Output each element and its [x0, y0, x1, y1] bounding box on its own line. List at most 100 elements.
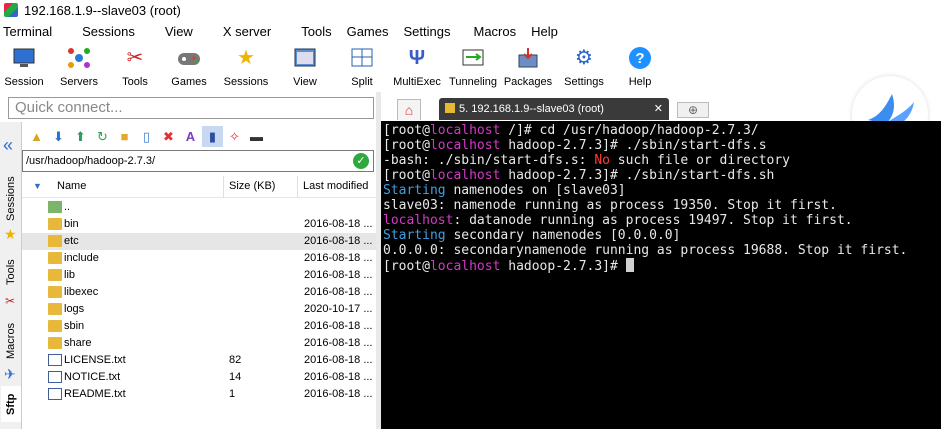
quick-connect-bar: Quick connect... [0, 95, 376, 120]
column-name[interactable]: Name [57, 180, 86, 192]
folder-icon [48, 218, 62, 230]
folder-up-icon[interactable]: ▲ [26, 126, 47, 147]
terminal-line: Starting namenodes on [slave03] [383, 183, 626, 198]
window-title: 192.168.1.9--slave03 (root) [24, 2, 181, 18]
terminal-output[interactable]: [root@localhost /]# cd /usr/hadoop/hadoo… [381, 121, 941, 429]
terminal-icon[interactable]: ▬ [246, 126, 267, 147]
list-item[interactable]: share 2016-08-18 ... [22, 335, 376, 352]
path-field[interactable]: /usr/hadoop/hadoop-2.7.3/ ✓ [22, 150, 374, 172]
list-item[interactable]: README.txt 1 2016-08-18 ... [22, 386, 376, 403]
app-icon [4, 3, 18, 17]
main-toolbar: Session Servers ✂ Tools Games ★ Sessions… [0, 42, 941, 92]
servers-icon [66, 45, 92, 71]
text-file-icon [48, 371, 62, 383]
list-item[interactable]: bin 2016-08-18 ... [22, 216, 376, 233]
packages-icon [515, 45, 541, 71]
gear-icon: ⚙ [575, 47, 593, 69]
split-icon [349, 45, 375, 71]
terminal-line: 0.0.0.0: secondarynamenode running as pr… [383, 243, 908, 258]
svg-text:?: ? [635, 50, 644, 67]
tab-session-5[interactable]: 5. 192.168.1.9--slave03 (root) ✕ [439, 98, 669, 120]
session-button[interactable]: Session [0, 42, 48, 92]
menu-settings[interactable]: Settings [401, 24, 451, 39]
help-icon: ? [627, 45, 653, 71]
side-tab-tools[interactable]: Tools [1, 252, 21, 292]
sftp-panel: ▲ ⬇ ⬆ ↻ ■ ▯ ✖ A ▮ ✧ ▬ /usr/hadoop/hadoop… [22, 122, 376, 429]
folder-icon [48, 252, 62, 264]
split-button[interactable]: Split [336, 42, 388, 92]
side-tab-macros[interactable]: Macros [1, 316, 21, 366]
new-file-icon[interactable]: ▯ [136, 126, 157, 147]
column-size[interactable]: Size (KB) [229, 180, 275, 192]
multiexec-button[interactable]: Ψ MultiExec [388, 42, 446, 92]
new-folder-icon[interactable]: ■ [114, 126, 135, 147]
delete-icon[interactable]: ✖ [158, 126, 179, 147]
tunneling-button[interactable]: Tunneling [446, 42, 500, 92]
games-icon [176, 45, 202, 71]
column-modified[interactable]: Last modified [303, 180, 368, 192]
list-item[interactable]: .. [22, 199, 376, 216]
terminal-line: localhost: datanode running as process 1… [383, 213, 853, 228]
multiexec-icon: Ψ [408, 47, 426, 69]
terminal-cursor [625, 258, 634, 272]
list-item[interactable]: libexec 2016-08-18 ... [22, 284, 376, 301]
folder-icon [48, 303, 62, 315]
check-icon[interactable]: ✓ [353, 153, 369, 169]
view-button[interactable]: View [274, 42, 336, 92]
side-tab-sftp[interactable]: Sftp [1, 386, 21, 422]
magic-wand-icon[interactable]: ✧ [224, 126, 245, 147]
star-icon: ★ [237, 47, 255, 69]
games-button[interactable]: Games [160, 42, 218, 92]
menu-macros[interactable]: Macros [470, 24, 516, 39]
settings-button[interactable]: ⚙ Settings [556, 42, 612, 92]
menu-tools[interactable]: Tools [298, 24, 331, 39]
refresh-icon[interactable]: ↻ [92, 126, 113, 147]
tools-icon: ✂ [5, 294, 16, 308]
home-tab[interactable]: ⌂ [397, 99, 421, 120]
menu-bar: Terminal Sessions View X server Tools Ga… [0, 21, 941, 41]
star-icon: ★ [4, 226, 17, 242]
list-item[interactable]: logs 2020-10-17 ... [22, 301, 376, 318]
list-item[interactable]: NOTICE.txt 14 2016-08-18 ... [22, 369, 376, 386]
list-item[interactable]: sbin 2016-08-18 ... [22, 318, 376, 335]
macros-icon: ✈ [4, 366, 16, 382]
new-tab-button[interactable]: ⊕ [677, 102, 709, 118]
home-icon: ⌂ [404, 102, 414, 118]
tunneling-icon [460, 45, 486, 71]
menu-view[interactable]: View [162, 24, 193, 39]
upload-icon[interactable]: ⬆ [70, 126, 91, 147]
menu-help[interactable]: Help [528, 24, 558, 39]
rename-icon[interactable]: A [180, 126, 201, 147]
servers-button[interactable]: Servers [48, 42, 110, 92]
download-icon[interactable]: ⬇ [48, 126, 69, 147]
folder-icon [48, 337, 62, 349]
session-icon [11, 45, 37, 71]
tools-icon: ✂ [126, 47, 144, 69]
folder-icon [48, 286, 62, 298]
collapse-icon[interactable]: « [3, 136, 13, 154]
list-item[interactable]: LICENSE.txt 82 2016-08-18 ... [22, 352, 376, 369]
terminal-line: -bash: ./sbin/start-dfs.s: No such file … [383, 153, 790, 168]
close-icon[interactable]: ✕ [654, 98, 663, 120]
menu-x-server[interactable]: X server [220, 24, 271, 39]
sessions-button[interactable]: ★ Sessions [218, 42, 274, 92]
side-tabs: « Sessions ★ Tools ✂ Macros ✈ Sftp [0, 122, 22, 429]
session-tab-icon [445, 103, 455, 113]
quick-connect-input[interactable]: Quick connect... [8, 97, 374, 119]
menu-sessions[interactable]: Sessions [79, 24, 135, 39]
terminal-prompt[interactable]: [root@localhost hadoop-2.7.3]# [383, 258, 941, 274]
help-button[interactable]: ? Help [612, 42, 668, 92]
menu-terminal[interactable]: Terminal [0, 24, 52, 39]
list-item[interactable]: lib 2016-08-18 ... [22, 267, 376, 284]
terminal-line: Starting secondary namenodes [0.0.0.0] [383, 228, 681, 243]
side-tab-sessions[interactable]: Sessions [1, 174, 21, 224]
view-icon [292, 45, 318, 71]
packages-button[interactable]: Packages [500, 42, 556, 92]
list-item[interactable]: include 2016-08-18 ... [22, 250, 376, 267]
properties-icon[interactable]: ▮ [202, 126, 223, 147]
folder-icon [48, 320, 62, 332]
list-item[interactable]: etc 2016-08-18 ... [22, 233, 376, 250]
folder-icon [48, 235, 62, 247]
menu-games[interactable]: Games [344, 24, 389, 39]
tools-button[interactable]: ✂ Tools [110, 42, 160, 92]
